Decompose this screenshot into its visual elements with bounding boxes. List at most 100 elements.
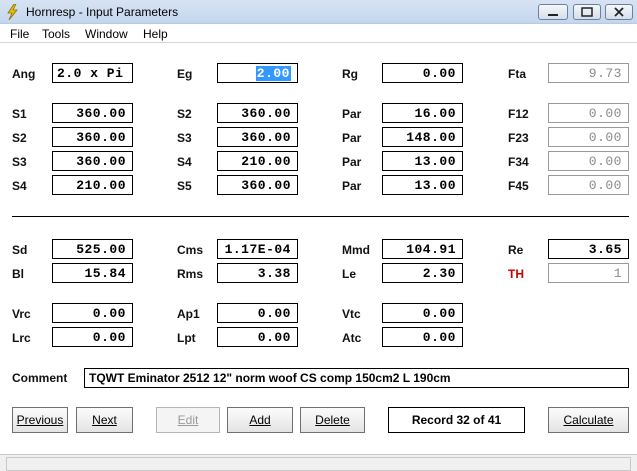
field-par3[interactable]: 13.00: [382, 151, 463, 171]
maximize-button[interactable]: [573, 4, 601, 20]
minimize-button[interactable]: [538, 4, 568, 20]
field-sd[interactable]: 525.00: [52, 239, 133, 259]
field-s4b[interactable]: 210.00: [52, 175, 133, 195]
menu-bar: File Tools Window Help: [0, 24, 637, 43]
add-button[interactable]: Add: [227, 407, 293, 433]
field-bl[interactable]: 15.84: [52, 263, 133, 283]
label-le: Le: [342, 267, 357, 281]
label-par3: Par: [342, 155, 362, 169]
field-lrc[interactable]: 0.00: [52, 327, 133, 347]
field-rms[interactable]: 3.38: [217, 263, 298, 283]
field-s3[interactable]: 360.00: [217, 127, 298, 147]
field-f23: 0.00: [548, 127, 629, 147]
section-divider: [12, 216, 629, 217]
label-mmd: Mmd: [342, 243, 370, 257]
field-f34: 0.00: [548, 151, 629, 171]
delete-button[interactable]: Delete: [300, 407, 365, 433]
calculate-button-label: Calculate: [563, 413, 614, 427]
field-par1[interactable]: 16.00: [382, 103, 463, 123]
label-f23: F23: [508, 131, 529, 145]
label-s4: S4: [177, 155, 192, 169]
label-f12: F12: [508, 107, 529, 121]
label-re: Re: [508, 243, 524, 257]
label-s2: S2: [177, 107, 192, 121]
status-bar: [0, 454, 637, 471]
hornresp-app-icon: [7, 4, 18, 20]
field-s3b[interactable]: 360.00: [52, 151, 133, 171]
close-button[interactable]: [605, 4, 633, 20]
field-s1[interactable]: 360.00: [52, 103, 133, 123]
field-eg[interactable]: 2.00: [217, 63, 298, 83]
field-le[interactable]: 2.30: [382, 263, 463, 283]
field-lpt[interactable]: 0.00: [217, 327, 298, 347]
label-s2b: S2: [12, 131, 27, 145]
label-th[interactable]: TH: [508, 267, 524, 281]
menu-tools[interactable]: Tools: [42, 27, 70, 41]
label-s3b: S3: [12, 155, 27, 169]
title-bar: Hornresp - Input Parameters: [0, 0, 637, 24]
label-sd: Sd: [12, 243, 28, 257]
field-s2b[interactable]: 360.00: [52, 127, 133, 147]
window-title: Hornresp - Input Parameters: [26, 5, 179, 19]
label-fta: Fta: [508, 67, 526, 81]
comment-field[interactable]: TQWT Eminator 2512 12" norm woof CS comp…: [84, 368, 629, 388]
previous-button[interactable]: Previous: [12, 407, 68, 433]
label-f45: F45: [508, 179, 529, 193]
field-vrc[interactable]: 0.00: [52, 303, 133, 323]
label-comment: Comment: [12, 371, 68, 385]
menu-window[interactable]: Window: [85, 27, 128, 41]
field-par2[interactable]: 148.00: [382, 127, 463, 147]
label-s3: S3: [177, 131, 192, 145]
field-ap1[interactable]: 0.00: [217, 303, 298, 323]
previous-button-label: Previous: [16, 413, 64, 427]
label-lrc: Lrc: [12, 331, 31, 345]
field-vtc[interactable]: 0.00: [382, 303, 463, 323]
record-counter: Record 32 of 41: [388, 407, 525, 433]
label-ap1: Ap1: [177, 307, 200, 321]
label-cms: Cms: [177, 243, 204, 257]
delete-button-label: Delete: [315, 413, 350, 427]
label-s5: S5: [177, 179, 192, 193]
label-vtc: Vtc: [342, 307, 361, 321]
label-eg: Eg: [177, 67, 193, 81]
field-fta: 9.73: [548, 63, 629, 83]
field-eg-selected-text: 2.00: [255, 66, 291, 81]
next-button[interactable]: Next: [76, 407, 133, 433]
field-atc[interactable]: 0.00: [382, 327, 463, 347]
label-par2: Par: [342, 131, 362, 145]
menu-help[interactable]: Help: [143, 27, 168, 41]
add-button-label: Add: [249, 413, 271, 427]
maximize-icon: [581, 7, 593, 17]
field-cms[interactable]: 1.17E-04: [217, 239, 298, 259]
next-button-label: Next: [92, 413, 117, 427]
label-s1: S1: [12, 107, 27, 121]
label-vrc: Vrc: [12, 307, 31, 321]
label-s4b: S4: [12, 179, 27, 193]
menu-file[interactable]: File: [10, 27, 29, 41]
field-f45: 0.00: [548, 175, 629, 195]
label-bl: Bl: [12, 267, 24, 281]
field-re[interactable]: 3.65: [548, 239, 629, 259]
label-par4: Par: [342, 179, 362, 193]
field-par4[interactable]: 13.00: [382, 175, 463, 195]
minimize-icon: [548, 14, 558, 16]
edit-button[interactable]: Edit: [156, 407, 220, 433]
field-s5[interactable]: 360.00: [217, 175, 298, 195]
label-rg: Rg: [342, 67, 358, 81]
field-s2[interactable]: 360.00: [217, 103, 298, 123]
close-icon: [614, 7, 624, 17]
status-pane: [6, 457, 631, 471]
field-f12: 0.00: [548, 103, 629, 123]
field-s4[interactable]: 210.00: [217, 151, 298, 171]
label-rms: Rms: [177, 267, 204, 281]
calculate-button[interactable]: Calculate: [548, 407, 629, 433]
field-mmd[interactable]: 104.91: [382, 239, 463, 259]
label-atc: Atc: [342, 331, 362, 345]
field-ang[interactable]: 2.0 x Pi: [52, 63, 133, 83]
label-lpt: Lpt: [177, 331, 196, 345]
label-ang: Ang: [12, 67, 36, 81]
label-f34: F34: [508, 155, 529, 169]
field-th: 1: [548, 263, 629, 283]
field-rg[interactable]: 0.00: [382, 63, 463, 83]
edit-button-label: Edit: [177, 413, 199, 427]
